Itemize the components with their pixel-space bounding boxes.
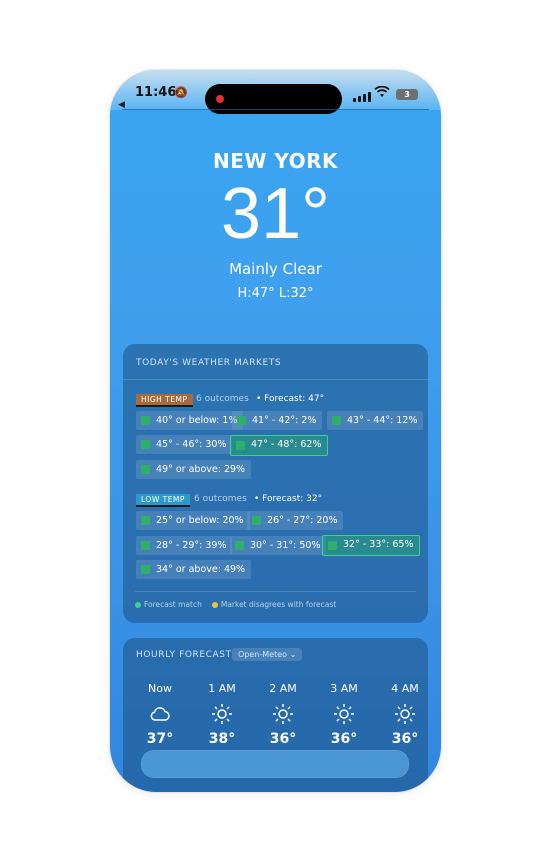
market-icon bbox=[141, 440, 150, 449]
legend-market-disagrees: Market disagrees with forecast bbox=[211, 600, 336, 609]
hour-label: 1 AM bbox=[208, 682, 236, 695]
market-icon bbox=[141, 541, 150, 550]
hour-label: 4 AM bbox=[391, 682, 419, 695]
hourly-item: 1 AM 38° bbox=[202, 682, 242, 747]
hour-temp: 36° bbox=[391, 731, 419, 747]
hour-temp: 36° bbox=[269, 731, 297, 747]
sun-icon bbox=[202, 701, 242, 727]
card-divider bbox=[123, 379, 428, 380]
markets-title: TODAY'S WEATHER MARKETS bbox=[136, 358, 282, 368]
market-chip[interactable]: 25° or below: 20% bbox=[136, 511, 250, 530]
low-outcomes: 6 outcomes bbox=[194, 494, 247, 504]
recording-dot-icon bbox=[216, 95, 224, 103]
sun-icon bbox=[385, 701, 425, 727]
market-icon bbox=[141, 416, 150, 425]
green-dot-icon bbox=[135, 602, 141, 608]
sun-icon bbox=[324, 701, 364, 727]
chevron-down-icon: ⌄ bbox=[289, 650, 297, 659]
market-icon bbox=[237, 416, 246, 425]
hourly-title: HOURLY FORECAST bbox=[136, 650, 232, 660]
yellow-dot-icon bbox=[211, 602, 218, 608]
market-icon bbox=[252, 516, 261, 525]
market-chip[interactable]: 43° - 44°: 12% bbox=[327, 411, 424, 430]
status-time: 11:46 bbox=[135, 85, 177, 100]
market-chip[interactable]: 30° - 31°: 50% bbox=[230, 536, 327, 555]
high-forecast: • Forecast: 47° bbox=[256, 394, 325, 404]
hour-label: 2 AM bbox=[269, 682, 297, 695]
hour-temp: 36° bbox=[330, 731, 358, 747]
cloud-icon bbox=[140, 701, 180, 727]
markets-legend: Forecast match Market disagrees with for… bbox=[135, 600, 336, 609]
high-outcomes: 6 outcomes bbox=[196, 394, 249, 404]
market-chip[interactable]: 45° - 46°: 30% bbox=[136, 435, 233, 454]
market-chip-forecast-match[interactable]: 47° - 48°: 62% bbox=[230, 435, 329, 456]
hourly-item: 4 AM 36° bbox=[385, 682, 425, 747]
battery-icon: 3 bbox=[396, 89, 418, 100]
top-divider bbox=[122, 109, 429, 110]
weather-condition: Mainly Clear bbox=[229, 260, 322, 278]
market-chip[interactable]: 34° or above: 49% bbox=[136, 560, 252, 579]
hourly-item: 2 AM 36° bbox=[263, 682, 303, 747]
market-icon bbox=[332, 416, 341, 425]
sun-icon bbox=[263, 701, 303, 727]
low-forecast: • Forecast: 32° bbox=[254, 494, 323, 504]
market-icon bbox=[235, 541, 244, 550]
hour-temp: 37° bbox=[146, 731, 174, 747]
forecast-source-select[interactable]: Open-Meteo ⌄ bbox=[232, 648, 303, 661]
hour-temp: 38° bbox=[208, 731, 236, 747]
bell-slash-icon: 🔕 bbox=[174, 86, 188, 99]
market-icon bbox=[328, 541, 337, 550]
hour-label: 3 AM bbox=[330, 682, 358, 695]
city-name: NEW YORK bbox=[212, 149, 339, 173]
hour-label: Now bbox=[148, 682, 172, 695]
hourly-item: Now 37° bbox=[140, 682, 180, 747]
market-chip-forecast-match[interactable]: 32° - 33°: 65% bbox=[322, 535, 421, 556]
bottom-bar-pill[interactable] bbox=[142, 751, 408, 777]
current-temperature: 31° bbox=[221, 174, 330, 254]
market-icon bbox=[236, 441, 245, 450]
hourly-item: 3 AM 36° bbox=[324, 682, 364, 747]
high-temp-tag: HIGH TEMP bbox=[136, 394, 193, 407]
market-icon bbox=[141, 516, 150, 525]
high-low-temps: H:47° L:32° bbox=[237, 286, 314, 301]
market-chip[interactable]: 28° - 29°: 39% bbox=[136, 536, 233, 555]
market-chip[interactable]: 41° - 42°: 2% bbox=[232, 411, 323, 430]
market-chip[interactable]: 26° - 27°: 20% bbox=[247, 511, 344, 530]
phone-frame: 11:46 🔕 ◀ 3 NEW YORK 31° Mainly Clear H:… bbox=[110, 70, 441, 792]
weather-markets-card: TODAY'S WEATHER MARKETS HIGH TEMP 6 outc… bbox=[123, 344, 428, 623]
legend-divider bbox=[135, 591, 416, 592]
legend-forecast-match: Forecast match bbox=[135, 600, 202, 609]
market-icon bbox=[141, 465, 150, 474]
cellular-signal-icon bbox=[353, 92, 371, 102]
market-chip[interactable]: 40° or below: 1% bbox=[136, 411, 244, 430]
market-chip[interactable]: 49° or above: 29% bbox=[136, 460, 252, 479]
low-temp-tag: LOW TEMP bbox=[136, 494, 190, 507]
market-icon bbox=[141, 565, 150, 574]
wifi-icon bbox=[374, 85, 390, 102]
